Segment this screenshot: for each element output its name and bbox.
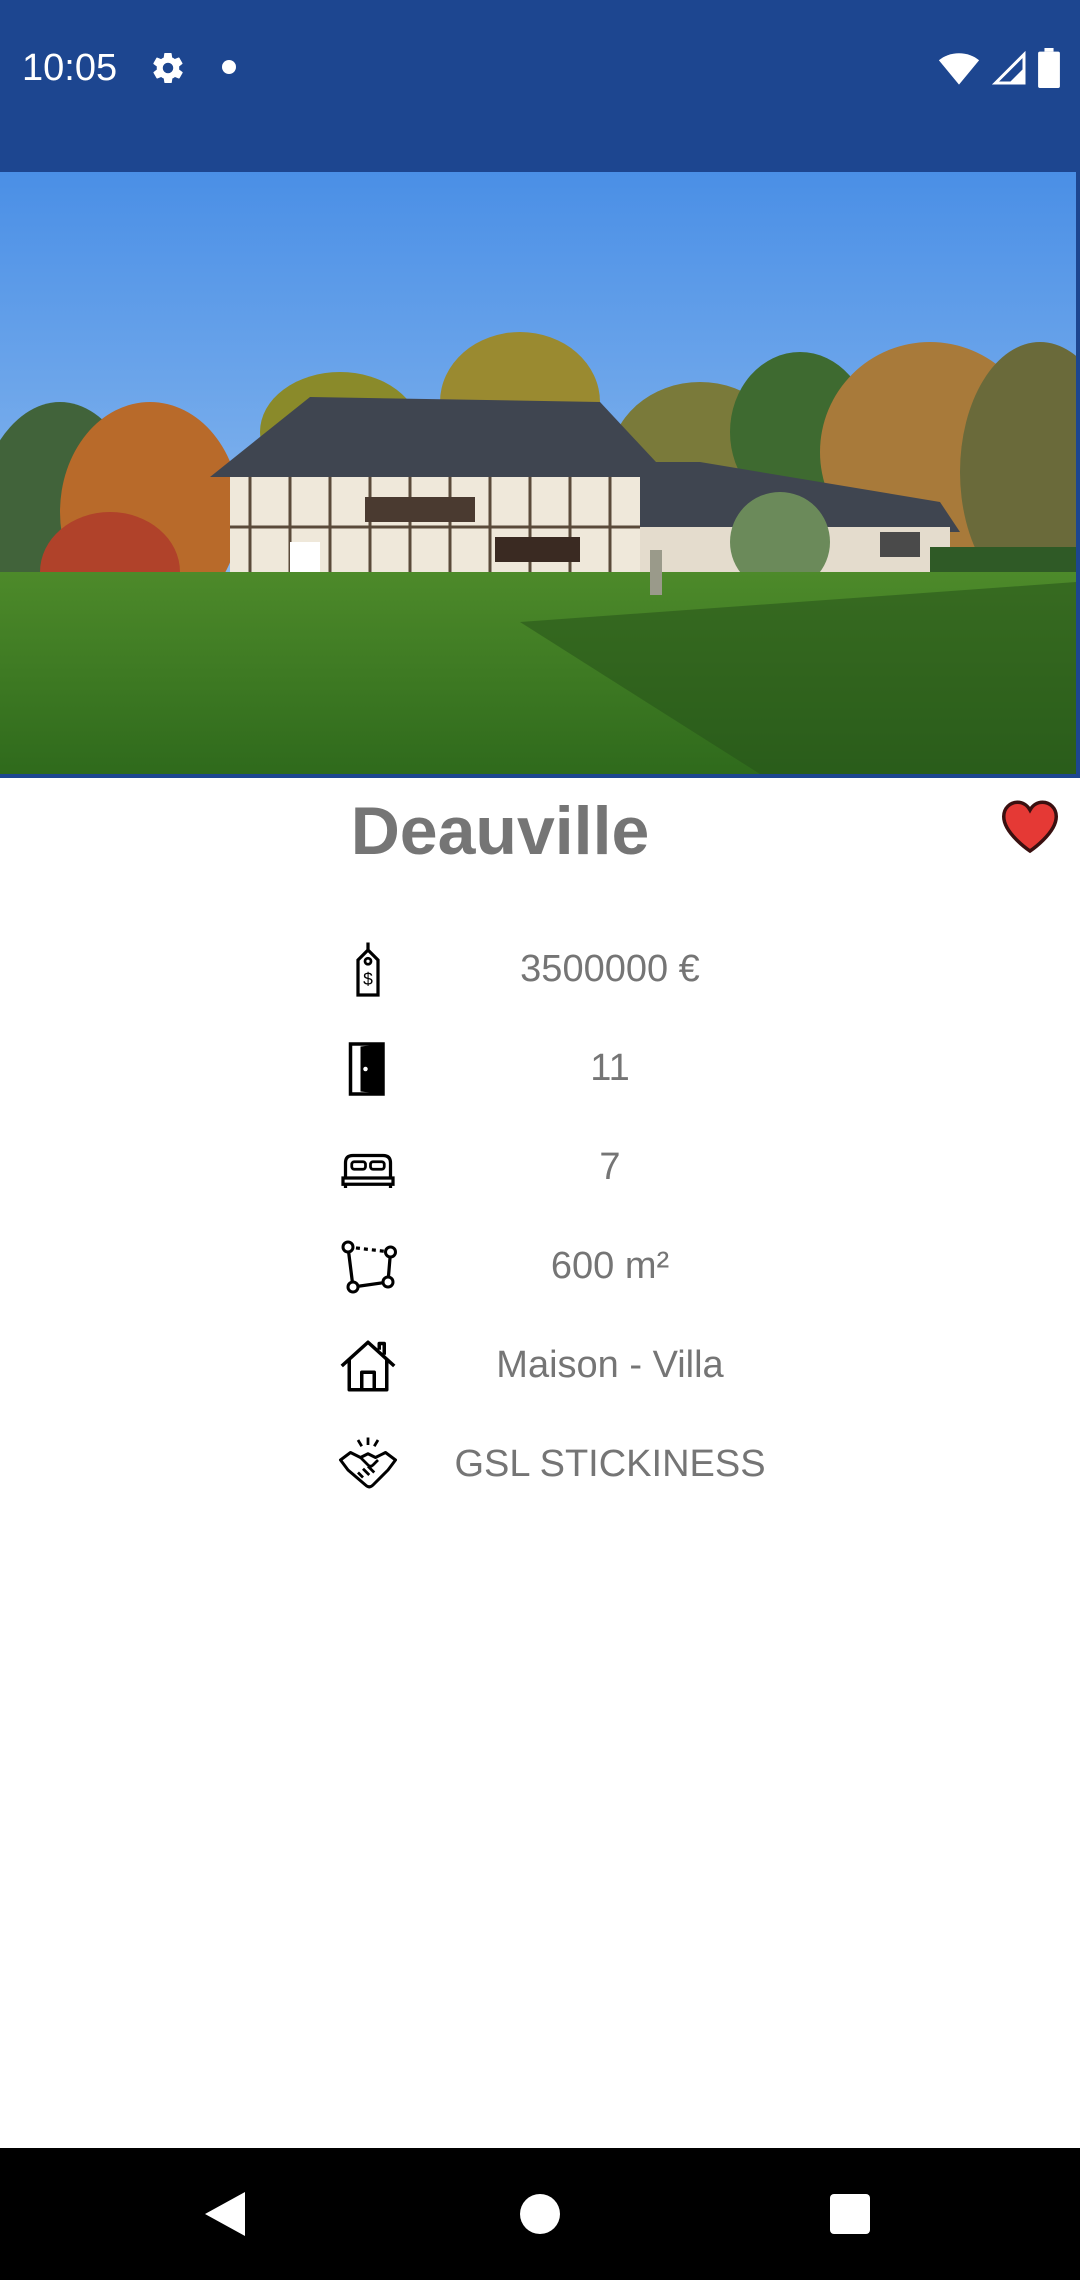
- rooms-value: 11: [590, 1047, 630, 1089]
- cellular-signal-icon: [991, 50, 1026, 85]
- detail-row-rooms: 11: [320, 1033, 900, 1103]
- detail-row-price: $ 3500000 €: [320, 934, 900, 1004]
- back-icon: [205, 2192, 245, 2236]
- detail-row-type: Maison - Villa: [320, 1330, 900, 1400]
- property-photo: [0, 172, 1080, 778]
- nav-back-button[interactable]: [135, 2148, 315, 2280]
- status-icons: [938, 48, 1060, 88]
- wifi-icon: [938, 53, 980, 85]
- property-title: Deauville: [350, 793, 650, 869]
- recents-icon: [830, 2194, 870, 2234]
- battery-icon: [1038, 48, 1060, 88]
- price-value: 3500000 €: [520, 948, 700, 990]
- nav-home-button[interactable]: [450, 2148, 630, 2280]
- handshake-icon: [339, 1437, 397, 1489]
- bedrooms-value: 7: [599, 1146, 621, 1188]
- area-value: 600 m²: [550, 1245, 670, 1287]
- detail-row-area: 600 m²: [320, 1231, 900, 1301]
- property-type-value: Maison - Villa: [496, 1344, 724, 1386]
- notification-dot-icon: [222, 60, 236, 74]
- system-navigation-bar: [0, 2148, 1080, 2280]
- settings-gear-icon: [153, 53, 183, 84]
- area-polygon-icon: [341, 1240, 397, 1294]
- home-icon: [520, 2194, 560, 2234]
- bed-icon: [341, 1153, 395, 1188]
- price-tag-icon: $: [356, 942, 380, 997]
- nav-recents-button[interactable]: [760, 2148, 940, 2280]
- property-detail-screen: 10:05 Deauville $ 3500000 € 11 7 600 m² …: [0, 0, 1080, 2280]
- house-icon: [340, 1340, 396, 1392]
- detail-row-agency: GSL STICKINESS: [320, 1429, 900, 1499]
- detail-row-bedrooms: 7: [320, 1132, 900, 1202]
- status-time: 10:05: [22, 47, 118, 89]
- status-bar: 10:05: [0, 0, 1080, 172]
- agency-value: GSL STICKINESS: [454, 1443, 766, 1485]
- door-icon: [348, 1042, 385, 1096]
- favorite-heart-icon[interactable]: [1000, 798, 1060, 854]
- property-photo-image: [0, 172, 1076, 774]
- svg-text:$: $: [363, 969, 373, 989]
